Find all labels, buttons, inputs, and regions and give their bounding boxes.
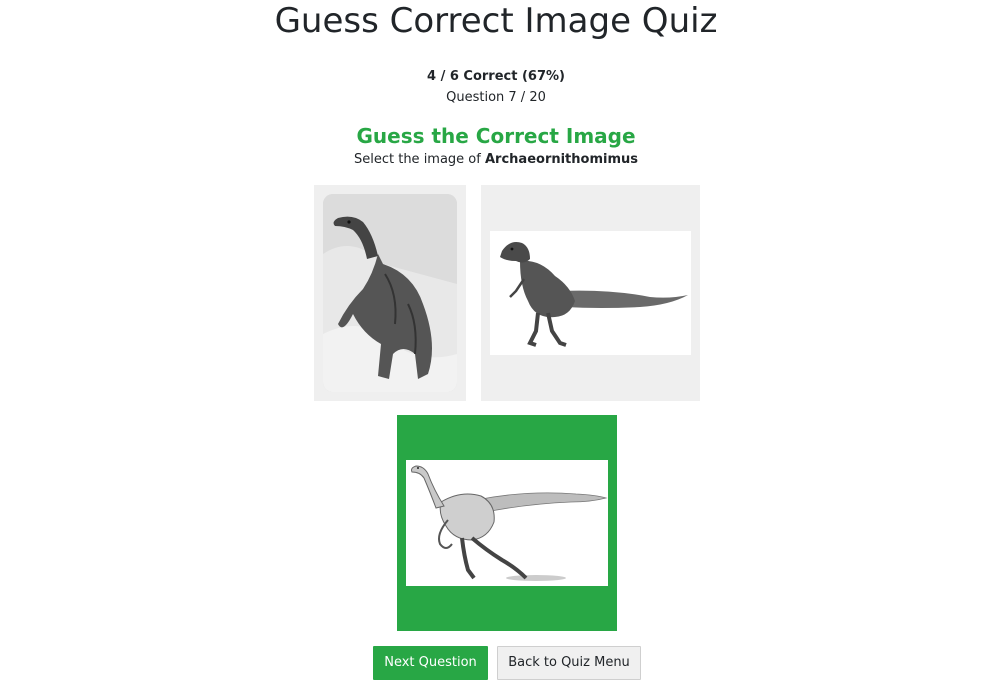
question-prompt: Select the image of Archaeornithomimus	[0, 151, 992, 169]
question-heading: Guess the Correct Image	[356, 124, 636, 148]
image-option-1[interactable]	[314, 185, 466, 401]
image-option-2[interactable]	[481, 185, 700, 401]
dinosaur-image-1	[323, 194, 457, 392]
prompt-prefix: Select the image of	[353, 152, 485, 167]
back-to-quiz-menu-button[interactable]: Back to Quiz Menu	[497, 646, 641, 680]
dinosaur-image-3	[406, 460, 608, 586]
question-counter: Question 7 / 20	[446, 90, 546, 105]
target-name: Archaeornithomimus	[484, 152, 639, 167]
image-option-3[interactable]	[397, 415, 617, 631]
page-title: Guess Correct Image Quiz	[274, 1, 718, 41]
score-summary: 4 / 6 Correct (67%)	[427, 69, 565, 84]
next-question-button[interactable]: Next Question	[373, 646, 488, 680]
dinosaur-image-2	[490, 231, 691, 355]
